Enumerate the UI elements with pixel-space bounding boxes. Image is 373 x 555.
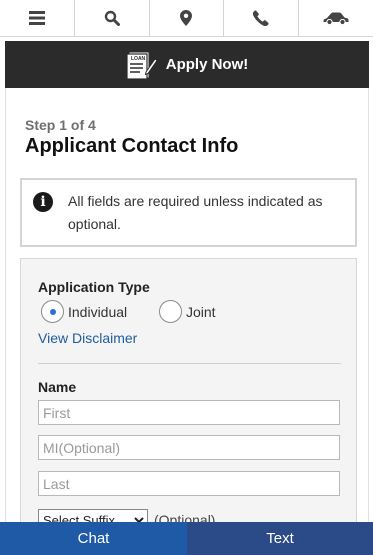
bottom-action-bar: Chat Text bbox=[0, 522, 373, 555]
application-form-page: Step 1 of 4 Applicant Contact Info i All… bbox=[5, 88, 369, 538]
call-button[interactable] bbox=[224, 0, 300, 36]
loan-icon-text: LOAN bbox=[131, 56, 146, 62]
radio-individual-circle[interactable] bbox=[41, 300, 64, 323]
top-nav bbox=[0, 0, 373, 37]
applicant-form-panel: Application Type Individual Joint View D… bbox=[20, 258, 357, 538]
radio-individual-label: Individual bbox=[68, 303, 128, 320]
step-indicator: Step 1 of 4 bbox=[25, 117, 96, 133]
radio-selected-dot bbox=[49, 308, 56, 315]
menu-button[interactable] bbox=[0, 0, 75, 36]
search-button[interactable] bbox=[75, 0, 150, 36]
text-button[interactable]: Text bbox=[187, 522, 373, 555]
view-disclaimer-link[interactable]: View Disclaimer bbox=[38, 330, 137, 346]
application-type-label: Application Type bbox=[38, 279, 150, 295]
radio-joint-label: Joint bbox=[186, 303, 216, 320]
last-name-input[interactable] bbox=[38, 471, 340, 496]
section-divider bbox=[38, 363, 341, 364]
apply-now-button[interactable]: LOAN Apply Now! bbox=[5, 41, 369, 88]
radio-joint-circle[interactable] bbox=[159, 300, 182, 323]
middle-initial-input[interactable] bbox=[38, 435, 340, 460]
auto-button[interactable] bbox=[299, 0, 373, 36]
loan-document-icon: LOAN bbox=[126, 51, 158, 80]
chat-button[interactable]: Chat bbox=[0, 522, 187, 555]
radio-individual[interactable]: Individual bbox=[41, 300, 127, 323]
locations-button[interactable] bbox=[150, 0, 225, 36]
name-label: Name bbox=[38, 379, 77, 395]
search-icon bbox=[104, 10, 120, 26]
radio-joint[interactable]: Joint bbox=[159, 300, 216, 323]
phone-icon bbox=[253, 10, 269, 26]
info-notice: i All fields are required unless indicat… bbox=[20, 178, 357, 247]
info-message: All fields are required unless indicated… bbox=[68, 193, 323, 232]
car-icon bbox=[323, 12, 349, 25]
apply-now-label: Apply Now! bbox=[165, 56, 249, 73]
location-pin-icon bbox=[180, 10, 193, 26]
menu-icon bbox=[28, 11, 45, 25]
info-icon: i bbox=[33, 192, 53, 212]
page-title: Applicant Contact Info bbox=[25, 135, 239, 157]
first-name-input[interactable] bbox=[38, 400, 340, 425]
